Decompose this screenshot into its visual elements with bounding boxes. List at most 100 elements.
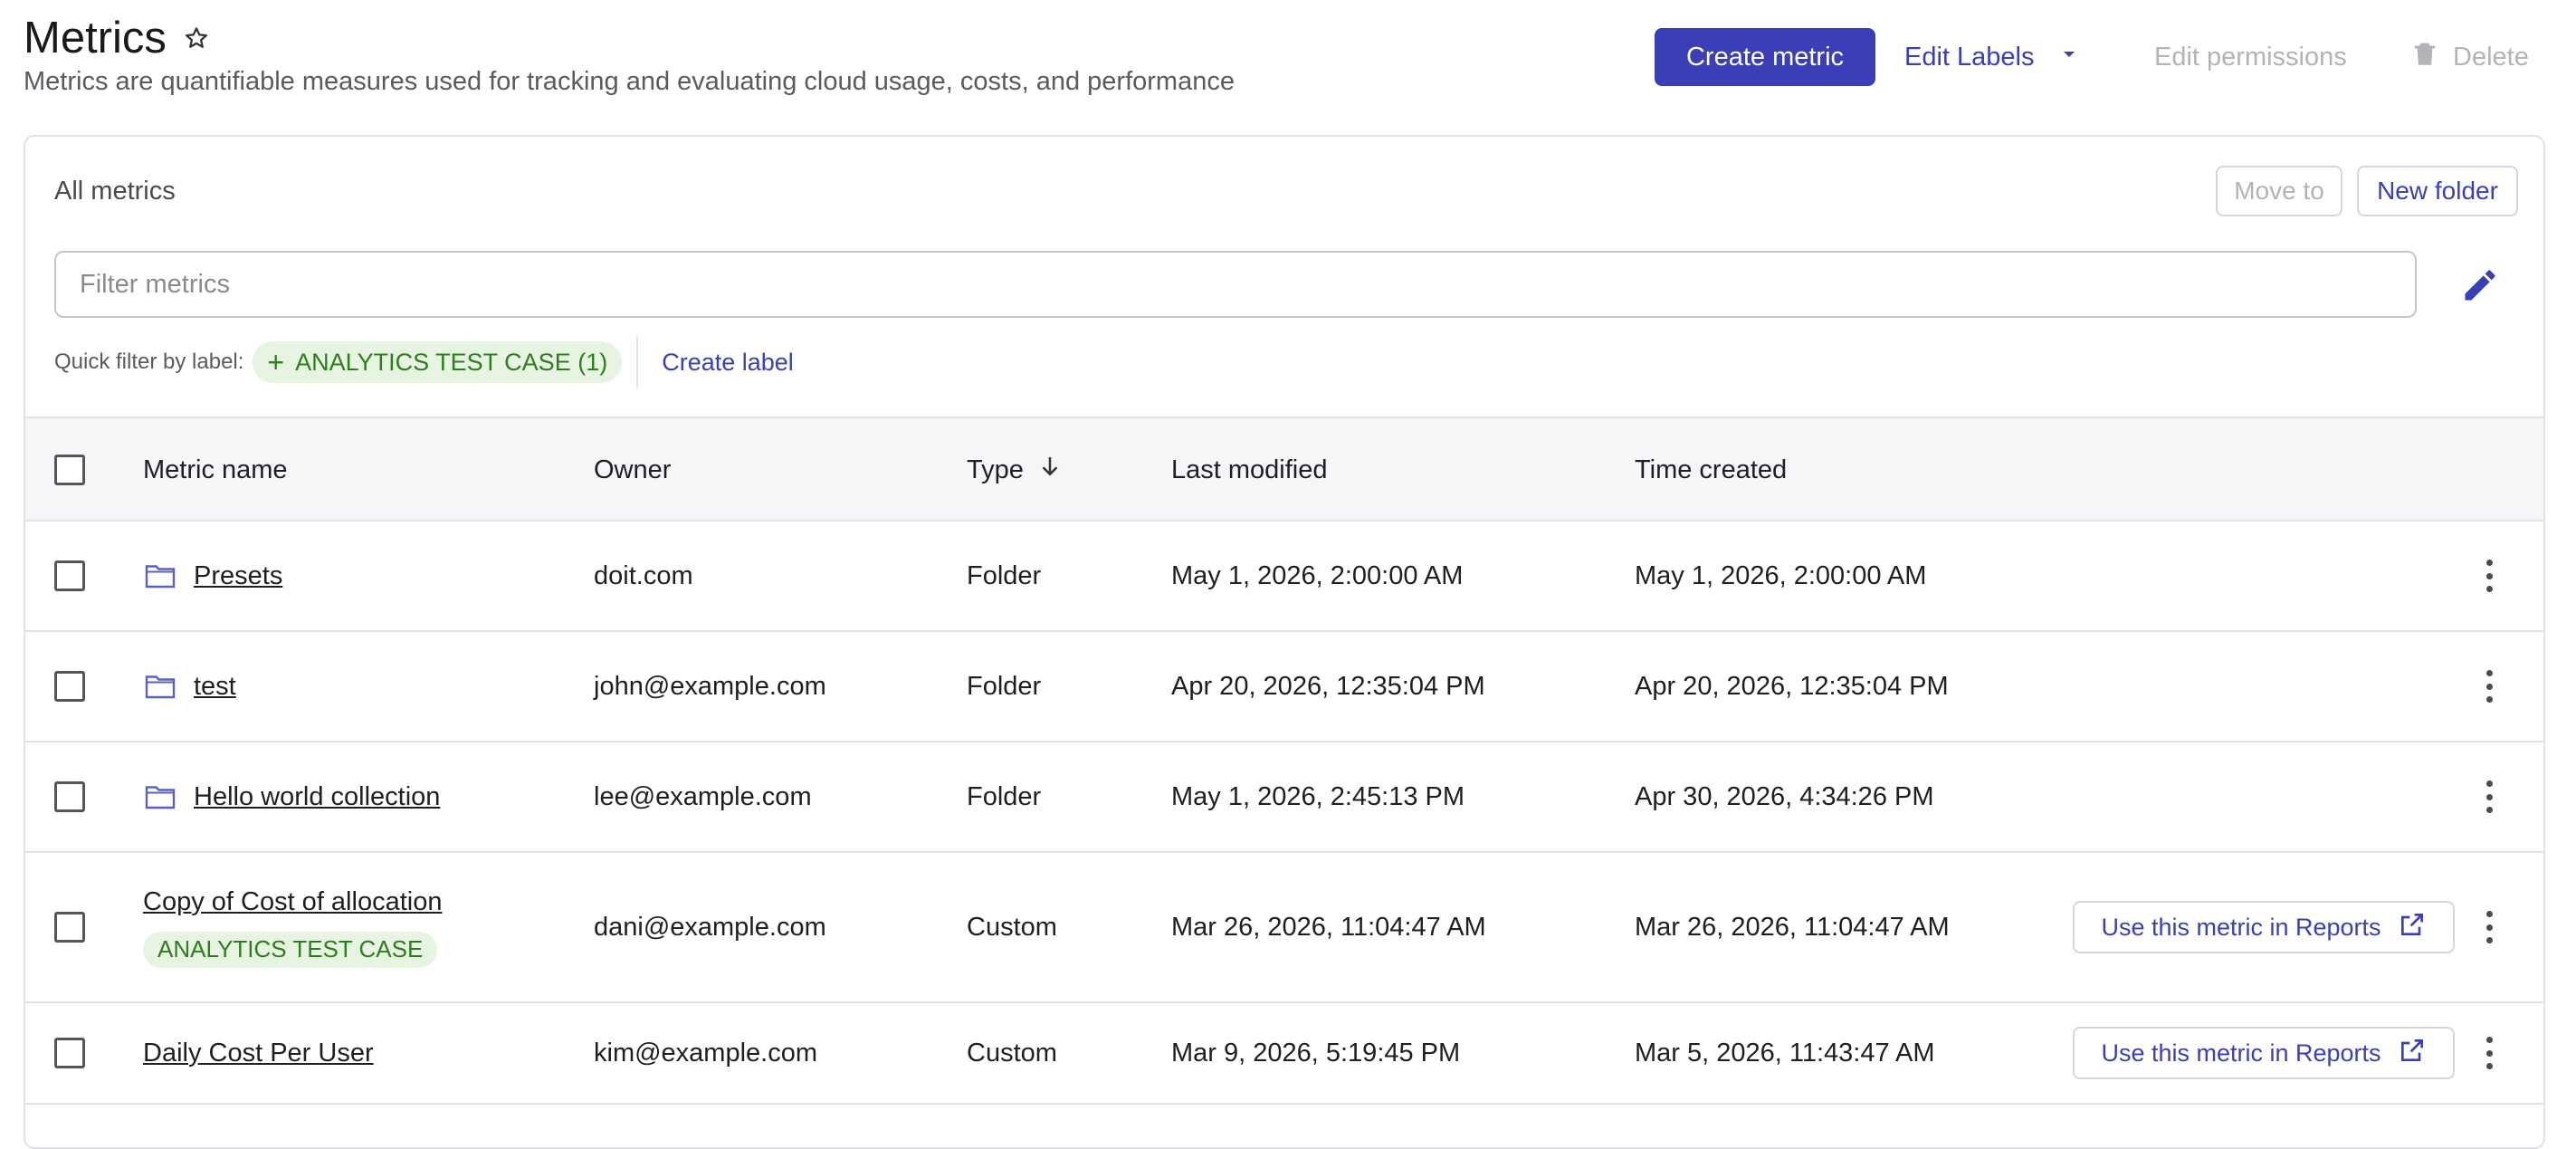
page-title-row: Metrics xyxy=(24,11,210,65)
row-menu-cell xyxy=(2484,1003,2495,1103)
name-cell: test xyxy=(143,632,236,741)
row-checkbox-cell xyxy=(54,522,85,630)
kebab-icon[interactable] xyxy=(2484,911,2495,943)
move-to-button[interactable]: Move to xyxy=(2216,166,2342,216)
create-metric-button[interactable]: Create metric xyxy=(1655,28,1875,86)
table-row[interactable]: Daily Cost Per User kim@example.com Cust… xyxy=(25,1003,2543,1105)
use-in-reports-label: Use this metric in Reports xyxy=(2101,1039,2381,1067)
quick-filter-bar: Quick filter by label: + ANALYTICS TEST … xyxy=(54,336,794,388)
arrow-down-icon xyxy=(1036,453,1064,487)
row-checkbox[interactable] xyxy=(54,912,85,943)
folder-icon xyxy=(143,673,177,700)
row-checkbox-cell xyxy=(54,632,85,741)
edit-labels-label: Edit Labels xyxy=(1904,42,2035,72)
edit-permissions-label: Edit permissions xyxy=(2154,42,2347,72)
time-created-cell: Apr 30, 2026, 4:34:26 PM xyxy=(1635,781,1934,811)
use-in-reports-button[interactable]: Use this metric in Reports xyxy=(2073,901,2455,953)
folder-icon xyxy=(143,783,177,810)
table-row[interactable]: Presets doit.com Folder May 1, 2026, 2:0… xyxy=(25,522,2543,632)
row-checkbox[interactable] xyxy=(54,1038,85,1068)
pencil-icon[interactable] xyxy=(2460,265,2500,305)
table-row[interactable]: test john@example.com Folder Apr 20, 202… xyxy=(25,632,2543,742)
column-header-name[interactable]: Metric name xyxy=(143,418,288,522)
metrics-table: Metric name Owner Type Last modified Tim… xyxy=(25,417,2543,1105)
metric-name-link[interactable]: Daily Cost Per User xyxy=(143,1039,374,1068)
edit-permissions-button[interactable]: Edit permissions xyxy=(2154,28,2347,86)
use-in-reports-button[interactable]: Use this metric in Reports xyxy=(2073,1027,2455,1079)
plus-icon: + xyxy=(267,346,285,378)
external-link-icon xyxy=(2398,910,2427,945)
table-header: Metric name Owner Type Last modified Tim… xyxy=(25,417,2543,522)
delete-button[interactable]: Delete xyxy=(2409,28,2529,86)
time-created-cell: Mar 5, 2026, 11:43:47 AM xyxy=(1635,1038,1935,1068)
type-cell: Folder xyxy=(967,671,1042,701)
name-cell: Copy of Cost of allocation ANALYTICS TES… xyxy=(143,853,442,1001)
folder-icon xyxy=(143,562,177,589)
owner-cell: lee@example.com xyxy=(594,781,812,811)
column-header-last-modified[interactable]: Last modified xyxy=(1171,418,1328,522)
filter-metrics-input[interactable] xyxy=(54,251,2417,318)
owner-cell: john@example.com xyxy=(594,671,826,701)
kebab-icon[interactable] xyxy=(2484,1037,2495,1069)
name-stack: Copy of Cost of allocation ANALYTICS TES… xyxy=(143,887,442,968)
divider xyxy=(636,336,639,388)
external-link-icon xyxy=(2398,1036,2427,1071)
card-title: All metrics xyxy=(54,177,176,206)
metric-name-link[interactable]: Hello world collection xyxy=(194,782,440,812)
metric-name-link[interactable]: test xyxy=(194,672,236,702)
last-modified-cell: Mar 26, 2026, 11:04:47 AM xyxy=(1171,912,1486,942)
metrics-page: Metrics Metrics are quantifiable measure… xyxy=(0,0,2576,1149)
name-cell: Daily Cost Per User xyxy=(143,1003,374,1103)
last-modified-cell: May 1, 2026, 2:45:13 PM xyxy=(1171,781,1465,811)
kebab-icon[interactable] xyxy=(2484,670,2495,703)
row-checkbox-cell xyxy=(54,742,85,851)
table-row[interactable]: Copy of Cost of allocation ANALYTICS TES… xyxy=(25,853,2543,1003)
owner-cell: kim@example.com xyxy=(594,1038,817,1068)
last-modified-cell: May 1, 2026, 2:00:00 AM xyxy=(1171,560,1464,590)
column-header-type[interactable]: Type xyxy=(967,418,1064,522)
kebab-icon[interactable] xyxy=(2484,560,2495,592)
quick-filter-chip[interactable]: + ANALYTICS TEST CASE (1) xyxy=(253,341,623,383)
name-cell: Presets xyxy=(143,522,282,630)
type-cell: Folder xyxy=(967,781,1042,811)
column-header-owner[interactable]: Owner xyxy=(594,418,671,522)
kebab-icon[interactable] xyxy=(2484,780,2495,813)
type-cell: Folder xyxy=(967,560,1042,590)
table-row[interactable]: Hello world collection lee@example.com F… xyxy=(25,742,2543,853)
page-subtitle: Metrics are quantifiable measures used f… xyxy=(24,67,1235,96)
time-created-cell: Mar 26, 2026, 11:04:47 AM xyxy=(1635,912,1950,942)
label-tag[interactable]: ANALYTICS TEST CASE xyxy=(143,931,438,968)
star-icon[interactable] xyxy=(183,24,210,52)
row-menu-cell xyxy=(2484,853,2495,1001)
last-modified-cell: Mar 9, 2026, 5:19:45 PM xyxy=(1171,1038,1461,1068)
row-menu-cell xyxy=(2484,522,2495,630)
row-checkbox-cell xyxy=(54,1003,85,1103)
select-all-checkbox[interactable] xyxy=(54,455,85,485)
page-title: Metrics xyxy=(24,14,167,62)
row-checkbox[interactable] xyxy=(54,671,85,702)
type-cell: Custom xyxy=(967,1038,1057,1068)
name-cell: Hello world collection xyxy=(143,742,440,851)
trash-icon xyxy=(2409,38,2440,76)
owner-cell: dani@example.com xyxy=(594,912,826,942)
row-checkbox[interactable] xyxy=(54,560,85,591)
edit-labels-button[interactable]: Edit Labels xyxy=(1904,28,2080,86)
row-checkbox[interactable] xyxy=(54,781,85,812)
header-checkbox-cell xyxy=(54,418,85,522)
use-in-reports-label: Use this metric in Reports xyxy=(2101,913,2381,941)
column-header-time-created[interactable]: Time created xyxy=(1635,418,1787,522)
quick-filter-chip-label: ANALYTICS TEST CASE (1) xyxy=(295,348,608,376)
new-folder-button[interactable]: New folder xyxy=(2357,166,2518,216)
time-created-cell: Apr 20, 2026, 12:35:04 PM xyxy=(1635,671,1949,701)
type-cell: Custom xyxy=(967,912,1057,942)
metric-name-link[interactable]: Copy of Cost of allocation xyxy=(143,887,442,917)
create-label-link[interactable]: Create label xyxy=(662,349,794,377)
row-menu-cell xyxy=(2484,742,2495,851)
time-created-cell: May 1, 2026, 2:00:00 AM xyxy=(1635,560,1927,590)
quick-filter-label: Quick filter by label: xyxy=(54,349,244,374)
row-menu-cell xyxy=(2484,632,2495,741)
last-modified-cell: Apr 20, 2026, 12:35:04 PM xyxy=(1171,671,1485,701)
metric-name-link[interactable]: Presets xyxy=(194,561,282,591)
chevron-down-icon xyxy=(2058,43,2080,72)
delete-label: Delete xyxy=(2453,42,2529,72)
